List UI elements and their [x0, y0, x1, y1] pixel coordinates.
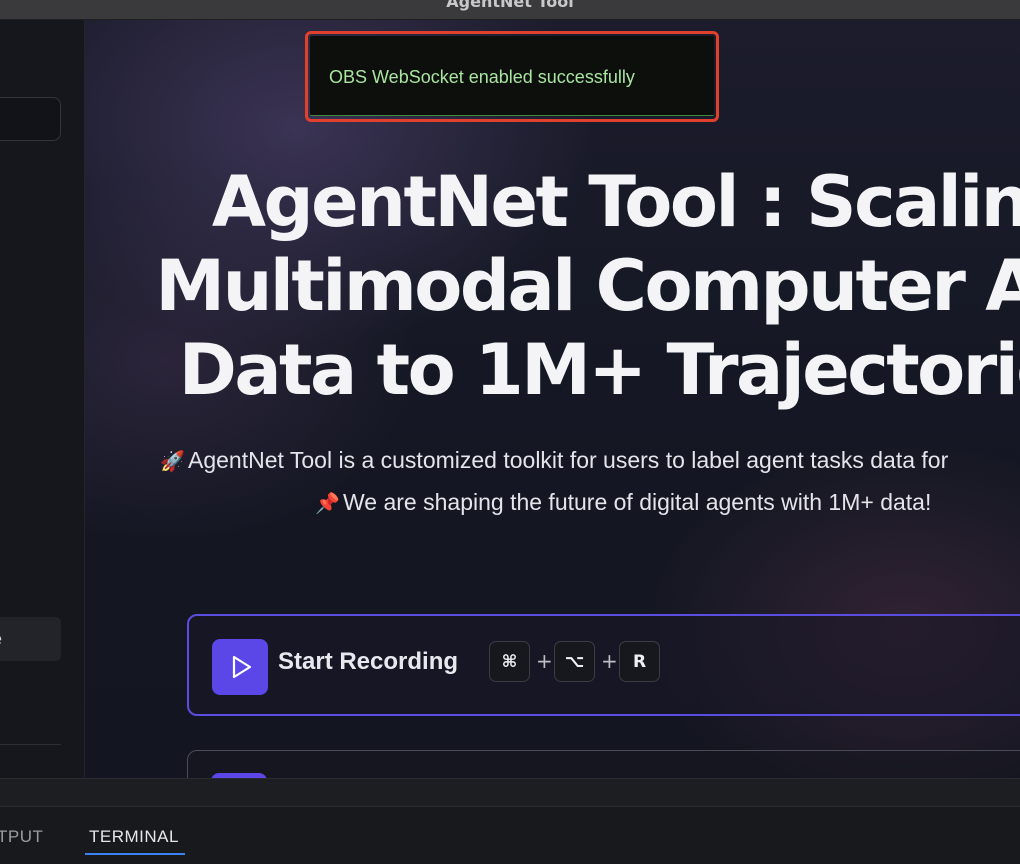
hero-description-line: 📌 We are shaping the future of digital ag… [315, 489, 931, 516]
sidebar-item[interactable]: e [0, 617, 61, 661]
play-icon [232, 655, 252, 679]
shortcut-plus: + [601, 649, 618, 673]
option-key: ⌥ [554, 641, 595, 682]
bottom-panel: TPUT TERMINAL [0, 807, 1020, 864]
tab-terminal[interactable]: TERMINAL [89, 827, 179, 847]
hero-title-line: Multimodal Computer Ag [155, 245, 1020, 327]
toast-message: OBS WebSocket enabled successfully [329, 67, 635, 87]
rocket-icon: 🚀 [160, 451, 185, 473]
tab-output[interactable]: TPUT [0, 827, 43, 847]
hero-title-line: AgentNet Tool : Scalin [211, 161, 1020, 243]
toast-notification: OBS WebSocket enabled successfully [305, 31, 719, 122]
sidebar-search-input[interactable] [0, 97, 61, 141]
start-recording-button[interactable] [212, 639, 268, 695]
active-tab-indicator [85, 853, 185, 855]
pushpin-icon: 📌 [315, 493, 340, 515]
status-bar [0, 778, 1020, 807]
sidebar-item-label: e [0, 629, 2, 650]
toast-body: OBS WebSocket enabled successfully [310, 36, 714, 116]
window-title: AgentNet Tool [446, 0, 574, 11]
description-text: AgentNet Tool is a customized toolkit fo… [188, 447, 949, 473]
sidebar: e [0, 20, 85, 778]
r-key: R [619, 641, 660, 682]
hero-description-line: 🚀 AgentNet Tool is a customized toolkit f… [160, 447, 948, 474]
shortcut-plus: + [536, 649, 553, 673]
start-recording-label: Start Recording [278, 648, 459, 675]
sidebar-divider [0, 744, 61, 745]
description-text: We are shaping the future of digital age… [343, 489, 932, 515]
main-content: OBS WebSocket enabled successfully Agent… [85, 20, 1020, 778]
hero-title: AgentNet Tool : Scalin Multimodal Comput… [140, 160, 1020, 412]
window-titlebar: AgentNet Tool [0, 0, 1020, 20]
hero-title-line: Data to 1M+ Trajectorie [178, 329, 1020, 411]
action-card[interactable] [187, 750, 1020, 778]
start-recording-card[interactable]: Start Recording ⌘ + ⌥ + R [187, 614, 1020, 716]
command-key: ⌘ [489, 641, 530, 682]
